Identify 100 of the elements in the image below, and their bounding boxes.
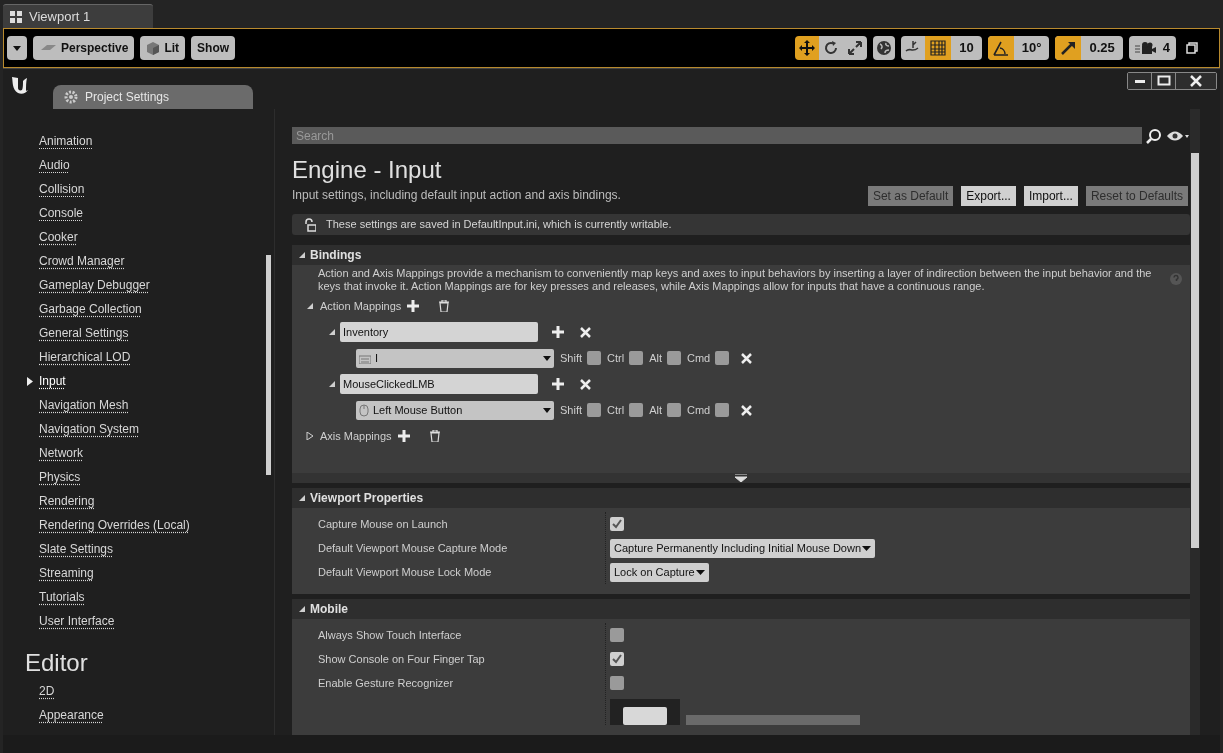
- checkbox[interactable]: [666, 403, 681, 417]
- caret-icon: [543, 407, 551, 413]
- modifier-label: Alt: [649, 402, 662, 418]
- collapse-arrow-icon[interactable]: [328, 380, 336, 388]
- checkbox[interactable]: [715, 403, 730, 417]
- sidebar-link[interactable]: General Settings: [39, 324, 129, 342]
- settings-tab[interactable]: Project Settings: [53, 85, 253, 109]
- collapse-arrow-icon[interactable]: [298, 494, 306, 502]
- sidebar-link[interactable]: Console: [39, 204, 84, 222]
- checkbox[interactable]: [629, 351, 644, 365]
- section-title: Mobile: [310, 601, 348, 618]
- sidebar-link[interactable]: Hierarchical LOD: [39, 348, 131, 366]
- property-label: Default Viewport Mouse Capture Mode: [318, 540, 508, 556]
- sidebar-link[interactable]: Navigation Mesh: [39, 396, 129, 414]
- checkbox[interactable]: [610, 676, 624, 690]
- collapse-arrow-icon[interactable]: [328, 328, 336, 336]
- plus-icon: [407, 300, 420, 312]
- viewport-tab[interactable]: Viewport 1: [3, 4, 153, 28]
- toolbar-button[interactable]: Lit: [140, 36, 186, 60]
- sidebar-link[interactable]: Streaming: [39, 564, 94, 582]
- checkbox[interactable]: [666, 351, 681, 365]
- snap-toggle[interactable]: [987, 36, 1014, 60]
- collapse-arrow-icon[interactable]: [306, 302, 314, 310]
- collapse-arrow-icon[interactable]: [298, 251, 306, 259]
- minimize-button[interactable]: [1128, 73, 1152, 89]
- minimize-icon: [1134, 79, 1145, 83]
- toolbar-button[interactable]: Show: [191, 36, 236, 60]
- key-dropdown[interactable]: Left Mouse Button: [356, 400, 554, 420]
- dropdown-button[interactable]: [7, 36, 27, 60]
- checkbox[interactable]: [587, 403, 601, 417]
- name-field[interactable]: MouseClickedLMB: [340, 374, 538, 394]
- property-label: Always Show Touch Interface: [318, 627, 462, 643]
- sidebar-link[interactable]: User Interface: [39, 612, 115, 630]
- close-icon: [1189, 74, 1203, 88]
- sidebar-link[interactable]: Cooker: [39, 228, 78, 246]
- category-heading: Editor: [25, 648, 89, 675]
- asset-field[interactable]: [686, 715, 860, 725]
- transform-tool-button[interactable]: [819, 36, 844, 60]
- image-icon: [623, 705, 667, 725]
- collapse-arrow-icon[interactable]: [298, 605, 306, 613]
- plane-icon: [39, 43, 57, 53]
- caret-icon: [862, 545, 872, 551]
- transform-tool-button[interactable]: [843, 36, 868, 60]
- checkbox[interactable]: [587, 351, 601, 365]
- section-description: Action and Axis Mappings provide a mechanism to conveniently map keys and axes to input behaviors by inserting a layer of indirection between the input behavior and the keys that invoke it. Action Mappings are for key presses and releases, while Axis Mappings allow for inputs that have a continuous range.: [318, 267, 1153, 293]
- key-dropdown[interactable]: I: [356, 348, 554, 368]
- modifier-label: Shift: [560, 350, 582, 366]
- sidebar-link[interactable]: Crowd Manager: [39, 252, 125, 270]
- camera-speed-button[interactable]: 4: [1128, 36, 1176, 60]
- delete-icon: [741, 352, 753, 364]
- gear-icon: [63, 89, 79, 105]
- snap-toggle[interactable]: [1055, 36, 1082, 60]
- maximize-button[interactable]: [1152, 73, 1176, 89]
- modifier-label: Cmd: [686, 350, 711, 366]
- value-dropdown[interactable]: Capture Permanently Including Initial Mouse Down: [610, 538, 876, 558]
- toolbar-button[interactable]: Perspective: [33, 36, 135, 60]
- sidebar-link[interactable]: 2D: [39, 682, 55, 700]
- snap-toggle[interactable]: [925, 36, 952, 60]
- sidebar-link[interactable]: Navigation System: [39, 420, 140, 438]
- property-label: Capture Mouse on Launch: [318, 516, 448, 532]
- close-button[interactable]: [1176, 73, 1216, 89]
- modifier-label: Alt: [649, 350, 662, 366]
- checkbox[interactable]: [610, 517, 624, 531]
- sidebar-link[interactable]: Audio: [39, 156, 70, 174]
- checkbox[interactable]: [629, 403, 644, 417]
- sidebar-link[interactable]: Appearance: [39, 706, 104, 724]
- expand-arrow-icon[interactable]: [306, 432, 314, 440]
- world-button[interactable]: [873, 36, 896, 60]
- sidebar-link[interactable]: Network: [39, 444, 83, 462]
- sidebar-link[interactable]: Gameplay Debugger: [39, 276, 150, 294]
- sidebar-link[interactable]: Collision: [39, 180, 85, 198]
- sidebar-link[interactable]: Animation: [39, 132, 93, 150]
- sidebar-link[interactable]: Garbage Collection: [39, 300, 142, 318]
- search-field[interactable]: Search: [292, 127, 1142, 144]
- property-label: Default Viewport Mouse Lock Mode: [318, 564, 492, 580]
- page-button[interactable]: Import...: [1023, 186, 1078, 206]
- sidebar-link[interactable]: Rendering Overrides (Local): [39, 516, 190, 534]
- sidebar-link[interactable]: Slate Settings: [39, 540, 114, 558]
- checkbox[interactable]: [715, 351, 730, 365]
- page-button[interactable]: Export...: [961, 186, 1016, 206]
- scrollbar-thumb[interactable]: [266, 255, 271, 475]
- scrollbar-thumb[interactable]: [1191, 153, 1199, 548]
- arrow-icon: [27, 377, 33, 386]
- name-field[interactable]: Inventory: [340, 322, 538, 342]
- sidebar-link[interactable]: Tutorials: [39, 588, 85, 606]
- modifier-label: Shift: [560, 402, 582, 418]
- plus-icon: [552, 378, 564, 390]
- sidebar-link[interactable]: Physics: [39, 468, 81, 486]
- sidebar-link[interactable]: Rendering: [39, 492, 95, 510]
- section-title: Bindings: [310, 247, 362, 264]
- sidebar-link[interactable]: Input: [39, 372, 66, 390]
- section-header[interactable]: Bindings: [292, 245, 1190, 265]
- section-header[interactable]: Mobile: [292, 599, 1190, 619]
- scale-icon: [846, 39, 865, 57]
- trash-icon: [439, 300, 450, 312]
- transform-tool-button[interactable]: [795, 36, 820, 60]
- section-header[interactable]: Viewport Properties: [292, 488, 1190, 508]
- value-dropdown[interactable]: Lock on Capture: [610, 562, 709, 582]
- checkbox[interactable]: [610, 652, 624, 666]
- checkbox[interactable]: [610, 628, 624, 642]
